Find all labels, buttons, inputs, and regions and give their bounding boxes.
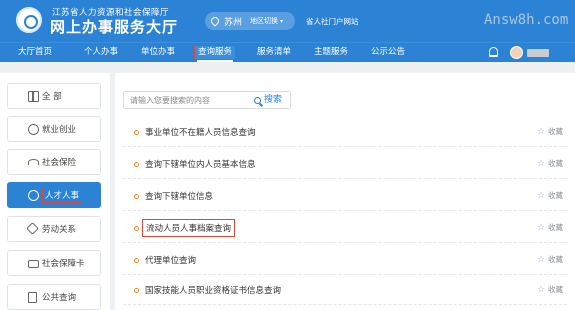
nav-topic-service[interactable]: 主题服务 [314,45,348,60]
tool-icon [26,222,39,235]
favorite-button[interactable]: ☆ 收藏 [537,190,563,201]
sidebar-item-label: 劳动关系 [42,225,77,235]
list-item[interactable]: 流动人员人事档案查询 ☆ 收藏 [123,213,567,243]
search-input[interactable] [124,92,252,108]
list-item-title[interactable]: 国家技能人员职业资格证书信息查询 [145,284,281,296]
location-pin-icon [209,15,221,27]
nav-query-service[interactable]: 查询服务 [194,45,237,62]
favorite-button[interactable]: ☆ 收藏 [537,284,563,295]
avatar[interactable] [510,46,523,59]
sidebar-item-all[interactable]: 全 部 [7,83,101,109]
bullet-icon [134,162,139,167]
sidebar-item-label: 就业创业 [42,125,77,135]
sidebar-item-label: 人才人事 [42,187,83,203]
hall-title[interactable]: 网上办事服务大厅 [50,16,178,37]
favorite-label: 收藏 [548,159,563,168]
sidebar-item-labor-relations[interactable]: 劳动关系 [7,216,101,242]
star-icon: ☆ [536,254,545,265]
sidebar-item-label: 公共查询 [42,293,77,303]
caret-down-icon: ▾ [280,17,284,25]
bullet-icon [134,194,139,199]
star-icon: ☆ [536,222,545,233]
bullet-icon [134,130,139,135]
nav-announcements[interactable]: 公示公告 [371,45,405,60]
list-item[interactable]: 代理单位查询 ☆ 收藏 [123,245,567,275]
sidebar-item-social-insurance[interactable]: 社会保险 [7,149,101,175]
nav-employer[interactable]: 单位办事 [141,45,175,60]
bullet-icon [134,258,139,263]
sidebar-item-label: 社会保障卡 [42,259,85,269]
bell-icon[interactable] [489,47,498,57]
sidebar-item-label: 全 部 [42,92,62,102]
favorite-button[interactable]: ☆ 收藏 [537,254,563,265]
nav-home[interactable]: 大厅首页 [18,45,52,60]
search-bar: 搜索 [123,91,291,109]
list-item[interactable]: 查询下辖单位信息 ☆ 收藏 [123,181,567,211]
nav-service-list[interactable]: 服务清单 [257,45,291,60]
list-item[interactable]: 国家技能人员职业资格证书信息查询 ☆ 收藏 [123,275,567,305]
category-sidebar: 全 部 就业创业 社会保险 人才人事 劳动关系 社会保障卡 公共查询 [0,73,110,310]
favorite-label: 收藏 [548,255,563,264]
people-icon [28,190,39,201]
search-icon [254,96,261,104]
region-switch-label: 地区切换 [250,17,279,25]
sidebar-item-employment[interactable]: 就业创业 [7,116,101,142]
user-name-redacted[interactable] [527,49,549,57]
sidebar-item-ss-card[interactable]: 社会保障卡 [7,250,101,276]
badge-icon [28,124,39,135]
nav-personal[interactable]: 个人办事 [84,45,118,60]
list-item[interactable]: 事业单位不在籍人员信息查询 ☆ 收藏 [123,117,567,147]
portal-link[interactable]: 省人社门户网站 [306,16,359,27]
header: 江苏省人力资源和社会保障厅 网上办事服务大厅 苏州 地区切换 ▾ 省人社门户网站… [0,0,575,42]
search-button-label: 搜索 [264,95,283,105]
list-item-title[interactable]: 代理单位查询 [145,254,196,266]
sidebar-item-public-query[interactable]: 公共查询 [7,284,101,310]
favorite-label: 收藏 [548,223,563,232]
favorite-label: 收藏 [548,127,563,136]
grid-icon [28,91,39,102]
sidebar-item-label: 社会保险 [42,158,77,168]
star-icon: ☆ [536,284,545,295]
list-item-title[interactable]: 查询下辖单位信息 [145,190,213,202]
bullet-icon [134,226,139,231]
search-button[interactable]: 搜索 [254,92,282,108]
service-list-panel: 搜索 事业单位不在籍人员信息查询 ☆收藏 查询下辖单位内人员基本信息 ☆收藏 查… [115,73,575,310]
star-icon: ☆ [536,158,545,169]
favorite-label: 收藏 [548,285,563,294]
list-item[interactable]: 查询下辖单位内人员基本信息 ☆ 收藏 [123,149,567,179]
current-city: 苏州 [224,17,243,28]
list-item-title[interactable]: 事业单位不在籍人员信息查询 [145,126,256,138]
star-icon: ☆ [536,190,545,201]
favorite-label: 收藏 [548,191,563,200]
list-item-title[interactable]: 流动人员人事档案查询 [142,219,236,237]
main-nav: 大厅首页 个人办事 单位办事 查询服务 服务清单 主题服务 公示公告 [0,42,575,62]
watermark: Answ8h.com [484,12,569,28]
card-icon [28,260,39,268]
list-item-title[interactable]: 查询下辖单位内人员基本信息 [145,158,256,170]
star-icon: ☆ [536,126,545,137]
favorite-button[interactable]: ☆ 收藏 [537,126,563,137]
doc-icon [28,292,37,303]
favorite-button[interactable]: ☆ 收藏 [537,158,563,169]
bullet-icon [134,288,139,293]
sidebar-item-talent-personnel[interactable]: 人才人事 [7,182,101,208]
region-switcher[interactable]: 苏州 地区切换 ▾ [205,12,295,30]
favorite-button[interactable]: ☆ 收藏 [537,222,563,233]
hrss-logo-icon[interactable] [16,7,42,33]
umbrella-icon [28,159,39,165]
